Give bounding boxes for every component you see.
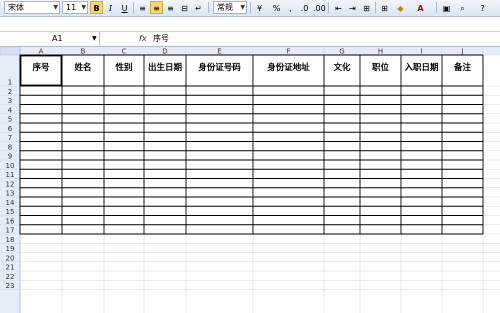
font-name-value: 宋体 <box>8 3 24 12</box>
decrease-decimal-icon[interactable]: .00 <box>312 1 326 14</box>
row-header-23[interactable]: 23 <box>6 282 15 290</box>
row-header-20[interactable]: 20 <box>6 254 15 262</box>
header-cell-d[interactable]: 出生日期 <box>148 62 183 73</box>
row-header-18[interactable]: 18 <box>6 236 15 244</box>
currency-icon[interactable]: ¥ <box>253 1 266 14</box>
align-center-icon[interactable]: ≡ <box>150 1 163 14</box>
row-header-11[interactable]: 11 <box>6 171 15 179</box>
header-cell-e[interactable]: 身份证号码 <box>197 62 241 73</box>
format-cells-icon[interactable]: ⊞ <box>360 1 373 14</box>
increase-indent-icon[interactable]: ⇥ <box>346 1 359 14</box>
number-format-select[interactable]: 常规 ▼ <box>213 1 247 14</box>
toolbar-separator <box>328 2 329 13</box>
column-header-g[interactable]: G <box>339 48 344 56</box>
chevron-down-icon[interactable]: ▼ <box>92 32 97 45</box>
row-header-12[interactable]: 12 <box>6 180 15 188</box>
number-format-value: 常规 <box>217 3 233 12</box>
row-header-2[interactable]: 2 <box>8 88 12 96</box>
column-header-b[interactable]: B <box>81 48 86 56</box>
zoom-icon[interactable]: ⌕ <box>456 1 469 14</box>
column-header-e[interactable]: E <box>217 48 221 56</box>
header-cell-c[interactable]: 性别 <box>115 62 132 73</box>
row-header-22[interactable]: 22 <box>6 273 15 281</box>
worksheet-canvas[interactable]: A B C D E F G H I J123456789101112131415161718192… <box>0 47 500 313</box>
row-header-1[interactable]: 1 <box>8 79 12 87</box>
font-size-value: 11 <box>66 3 77 12</box>
header-cell-h[interactable]: 职位 <box>372 62 390 73</box>
percent-button[interactable]: % <box>270 1 283 14</box>
merge-center-icon[interactable]: ⊟ <box>178 1 191 14</box>
header-cell-i[interactable]: 入职日期 <box>403 62 439 73</box>
row-header-17[interactable]: 17 <box>6 227 15 235</box>
align-left-icon[interactable]: ≡ <box>136 1 149 14</box>
column-header-j[interactable]: J <box>460 48 463 56</box>
column-header-bar <box>0 47 500 55</box>
function-icon[interactable]: fx <box>139 32 147 45</box>
chevron-down-icon: ▼ <box>81 4 86 11</box>
header-cell-g[interactable]: 文化 <box>333 62 351 73</box>
comma-button[interactable]: , <box>284 1 297 14</box>
borders-icon[interactable]: ⊞ <box>378 1 391 14</box>
decrease-indent-icon[interactable]: ⇤ <box>332 1 345 14</box>
chevron-down-icon: ▼ <box>240 4 245 11</box>
column-header-h[interactable]: H <box>378 48 383 56</box>
row-header-21[interactable]: 21 <box>6 264 15 272</box>
font-color-icon[interactable]: A <box>414 1 427 14</box>
name-box[interactable]: A1 ▼ <box>0 32 100 45</box>
bold-button[interactable]: B <box>90 1 103 14</box>
align-right-icon[interactable]: ≡ <box>164 1 177 14</box>
row-header-7[interactable]: 7 <box>8 134 12 142</box>
header-cell-j[interactable]: 备注 <box>453 62 472 73</box>
row-header-6[interactable]: 6 <box>8 125 13 133</box>
image-icon[interactable]: ▣ <box>440 1 453 14</box>
header-cell-b[interactable]: 姓名 <box>73 62 91 73</box>
row-header-15[interactable]: 15 <box>6 208 15 216</box>
row-header-16[interactable]: 16 <box>6 217 15 225</box>
formatting-toolbar: 宋体 ▼ 11 ▼ B I U ≡ ≡ ≡ ⊟ ↵ 常规 ▼ ¥ % , .0 … <box>0 0 500 17</box>
formula-bar: A1 ▼ fx 序号 <box>0 31 500 47</box>
toolbar-separator <box>133 2 134 13</box>
chevron-down-icon: ▼ <box>53 4 58 11</box>
row-header-13[interactable]: 13 <box>6 190 15 198</box>
column-header-c[interactable]: C <box>122 48 127 56</box>
row-header-3[interactable]: 3 <box>8 97 12 105</box>
cell-reference: A1 <box>52 34 63 43</box>
row-header-14[interactable]: 14 <box>6 199 15 207</box>
worksheet-grid[interactable]: A B C D E F G H I J 1 2 3 4 5 6 7 8 9 10 11 12 13 14 15 16 17 18 19 2… <box>0 47 500 313</box>
fill-color-icon[interactable]: ◆ <box>394 1 407 14</box>
column-header-i[interactable]: I <box>420 48 422 56</box>
row-header-9[interactable]: 9 <box>8 153 12 161</box>
column-header-d[interactable]: D <box>162 48 167 56</box>
font-size-select[interactable]: 11 ▼ <box>62 1 88 14</box>
wrap-text-icon[interactable]: ↵ <box>192 1 205 14</box>
toolbar-separator <box>436 2 437 13</box>
font-name-select[interactable]: 宋体 ▼ <box>4 1 60 14</box>
toolbar-separator <box>208 2 209 13</box>
row-header-10[interactable]: 10 <box>6 162 15 170</box>
header-cell-a[interactable]: 序号 <box>31 62 50 73</box>
toolbar-separator <box>375 2 376 13</box>
row-header-4[interactable]: 4 <box>8 106 13 114</box>
header-cell-f[interactable]: 身份证地址 <box>266 62 310 73</box>
row-header-19[interactable]: 19 <box>6 245 15 253</box>
row-header-8[interactable]: 8 <box>8 143 12 151</box>
column-header-f[interactable]: F <box>286 48 290 56</box>
formula-input[interactable]: 序号 <box>153 32 169 45</box>
row-header-5[interactable]: 5 <box>8 116 12 124</box>
select-all-corner[interactable] <box>0 47 21 56</box>
italic-button[interactable]: I <box>104 1 117 14</box>
help-icon[interactable]: ? <box>476 1 489 14</box>
increase-decimal-icon[interactable]: .0 <box>298 1 311 14</box>
underline-button[interactable]: U <box>118 1 131 14</box>
column-header-a[interactable]: A <box>39 48 44 56</box>
toolbar-separator <box>250 2 251 13</box>
